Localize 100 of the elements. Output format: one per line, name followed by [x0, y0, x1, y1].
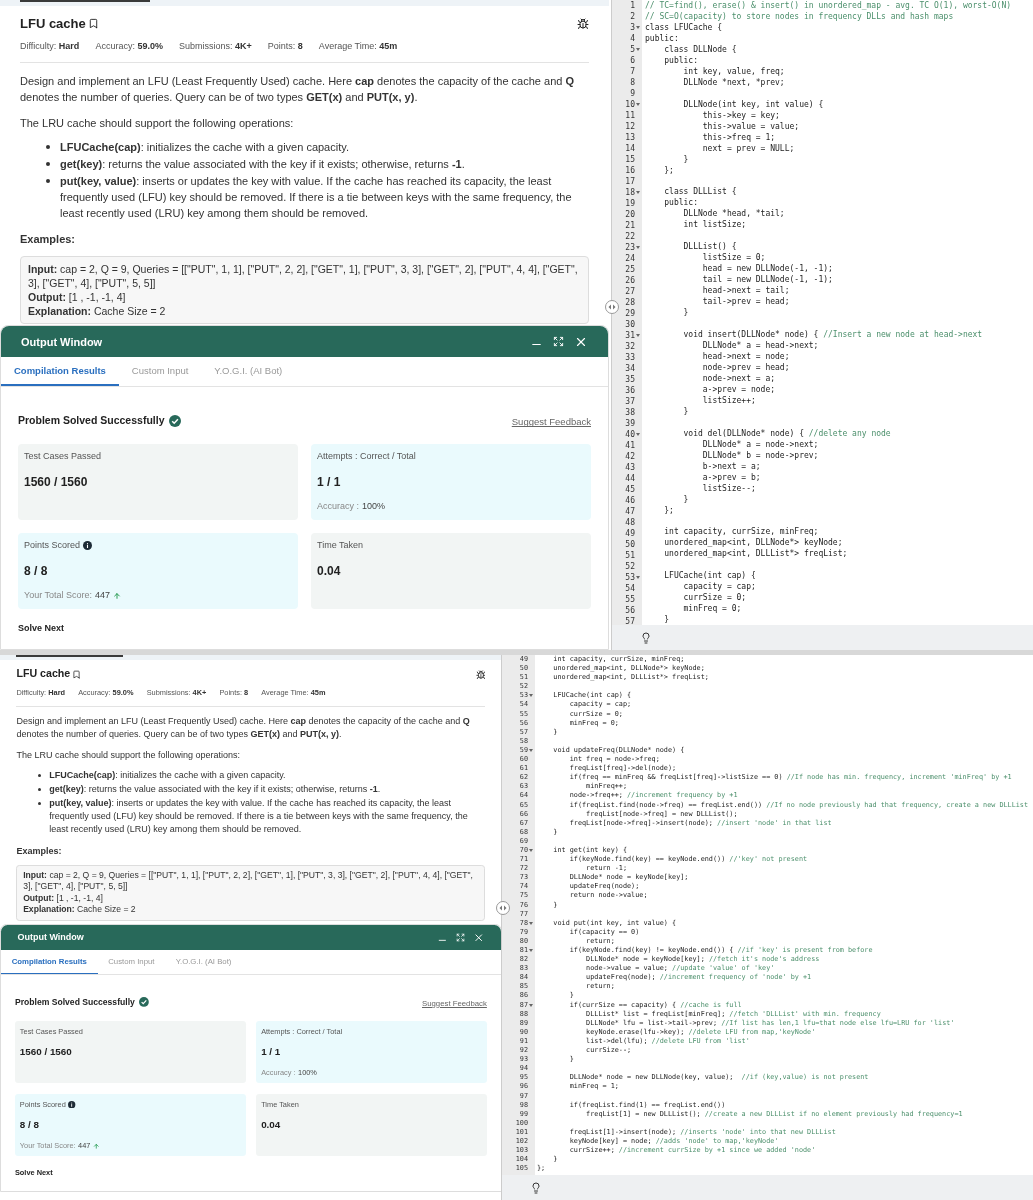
fold-arrow-icon[interactable] [636, 334, 640, 337]
code-line: }; [663, 164, 674, 176]
fold-arrow-icon[interactable] [529, 749, 533, 752]
example-line: Input: cap = 2, Q = 9, Queries = [["PUT", 1, 1], ["PUT", 2, 2], ["GET", 1], ["PUT", 3, 3], ["GET", 2], ["PUT", 4, 4], ["GET", 3], ["GET", 4], ["PUT", 5, 5]] [28, 261, 579, 290]
code-line: unordered_map<int, DLLNode*> keyNode; [663, 537, 843, 549]
fold-arrow-icon[interactable] [529, 849, 533, 852]
line-number: 51 [625, 550, 635, 561]
close-icon[interactable] [574, 335, 588, 349]
bullet-text: LFUCache(cap): initializes the cache with a given capacity. [60, 140, 349, 155]
example-line: Explanation: Cache Size = 2 [28, 303, 167, 318]
example-line: Input: cap = 2, Q = 9, Queries = [["PUT", 1, 1], ["PUT", 2, 2], ["GET", 1], ["PUT", 3, 3], ["GET", 2], ["PUT", 4, 4], ["GET", 3], ["GET", 4], ["PUT", 5, 5]] [23, 869, 474, 893]
line-number: 8 [630, 77, 635, 88]
code-line: } [682, 493, 689, 505]
bug-icon[interactable] [577, 17, 589, 30]
code-line: } [682, 153, 689, 165]
status-text: Problem Solved Successfully [14, 995, 135, 1009]
description-text: Design and implement an LFU (Least Frequently Used) cache. Here cap denotes the capacity of the cache and Q denotes the number of queries. Query can be of two types GET(x) and PUT(x, y). [20, 74, 575, 105]
fold-arrow-icon[interactable] [529, 949, 533, 953]
line-number: 4 [630, 33, 635, 44]
line-number: 10 [625, 99, 635, 110]
line-number: 18 [625, 187, 635, 198]
panel-resize-handle[interactable] [605, 300, 619, 314]
code-line: class DLLNode { [663, 44, 737, 55]
code-line: int key, value, freq; [682, 66, 785, 77]
code-line: } [682, 307, 689, 319]
fold-arrow-icon[interactable] [636, 576, 640, 579]
card-value: 1560 / 1560 [24, 474, 89, 492]
card-note-value: 100% [298, 1067, 317, 1079]
examples-heading: Examples: [16, 844, 63, 858]
code-line: node->prev = head; [701, 361, 790, 373]
panel-resize-handle[interactable] [496, 901, 510, 915]
code-line: LFUCache(int cap) { [663, 570, 756, 582]
fold-arrow-icon[interactable] [529, 1003, 533, 1007]
output-tab[interactable]: Custom Input [118, 357, 202, 387]
meta-info: Average Time: 45m [318, 39, 398, 53]
solve-next-link[interactable]: Solve Next [18, 621, 65, 636]
card-label: Test Cases Passed [24, 449, 102, 463]
card-note-value: 447 [78, 1140, 91, 1152]
problem-title: LFU cache [20, 15, 86, 33]
output-tab[interactable]: Y.O.G.I. (AI Bot) [201, 357, 296, 387]
line-number: 38 [625, 407, 635, 418]
line-number: 6 [630, 55, 635, 66]
card-label: Time Taken [317, 538, 364, 552]
output-window-title: Output Window [17, 930, 84, 944]
code-line: head->next = node; [701, 350, 790, 362]
card-label: Attempts : Correct / Total [261, 1025, 343, 1037]
line-number: 42 [625, 451, 635, 462]
output-tab[interactable]: Compilation Results [1, 357, 119, 387]
line-number: 46 [625, 495, 635, 506]
code-line: class DLLList { [663, 186, 737, 198]
examples-heading: Examples: [20, 232, 77, 247]
line-number: 41 [625, 440, 635, 451]
code-line: }; [663, 504, 674, 516]
code-line: listSize--; [701, 482, 756, 494]
meta-info: Submissions: 4K+ [178, 39, 252, 53]
code-line: public: [645, 33, 679, 44]
bug-icon[interactable] [475, 669, 486, 680]
line-number: 52 [625, 561, 635, 572]
line-number: 7 [630, 66, 635, 77]
code-line: DLLNode* b = node->prev; [701, 449, 819, 461]
fold-arrow-icon[interactable] [636, 103, 640, 106]
code-line: minFreq = 0; [682, 603, 742, 615]
code-line: int listSize; [682, 219, 747, 231]
solve-next-link[interactable]: Solve Next [14, 1167, 53, 1179]
code-line: currSize = 0; [682, 592, 747, 604]
bookmark-icon[interactable] [71, 669, 81, 679]
fold-arrow-icon[interactable] [636, 48, 640, 51]
line-number: 36 [625, 385, 635, 396]
code-line: tail->prev = head; [701, 296, 790, 308]
fold-arrow-icon[interactable] [636, 191, 640, 194]
code-line: DLLNode* a = head->next; [701, 339, 819, 351]
code-line: head->next = tail; [701, 285, 790, 297]
card-note-label: Accuracy : [261, 1067, 296, 1079]
code-line: void del(DLLNode* node) { //delete any node [682, 427, 891, 439]
fold-arrow-icon[interactable] [529, 921, 533, 925]
fold-arrow-icon[interactable] [636, 26, 640, 29]
bookmark-icon[interactable] [87, 18, 99, 30]
meta-info: Difficulty: Hard [16, 687, 66, 699]
card-value: 0.04 [317, 563, 342, 581]
lightbulb-icon[interactable] [640, 631, 652, 644]
suggest-feedback-link[interactable]: Suggest Feedback [511, 415, 591, 430]
fold-arrow-icon[interactable] [636, 246, 640, 249]
line-number: 30 [625, 319, 635, 330]
description-text: The LRU cache should support the following operations: [16, 749, 242, 763]
expand-icon[interactable] [455, 933, 465, 943]
code-line: listSize = 0; [701, 252, 766, 264]
fold-arrow-icon[interactable] [529, 694, 533, 698]
lightbulb-icon[interactable] [530, 1181, 542, 1194]
expand-icon[interactable] [553, 336, 564, 348]
code-line: void insert(DLLNode* node) { //Insert a new node at head->next [682, 328, 983, 340]
close-icon[interactable] [472, 931, 485, 944]
code-line: this->key = key; [701, 109, 780, 121]
card-label: Points Scored [24, 538, 81, 552]
card-value: 8 / 8 [19, 1118, 40, 1133]
fold-arrow-icon[interactable] [636, 433, 640, 436]
code-line: int capacity, currSize, minFreq; [663, 526, 819, 538]
line-number: 14 [625, 143, 635, 154]
meta-info: Points: 8 [267, 39, 303, 53]
card-value: 8 / 8 [24, 563, 49, 581]
line-number: 20 [625, 209, 635, 220]
